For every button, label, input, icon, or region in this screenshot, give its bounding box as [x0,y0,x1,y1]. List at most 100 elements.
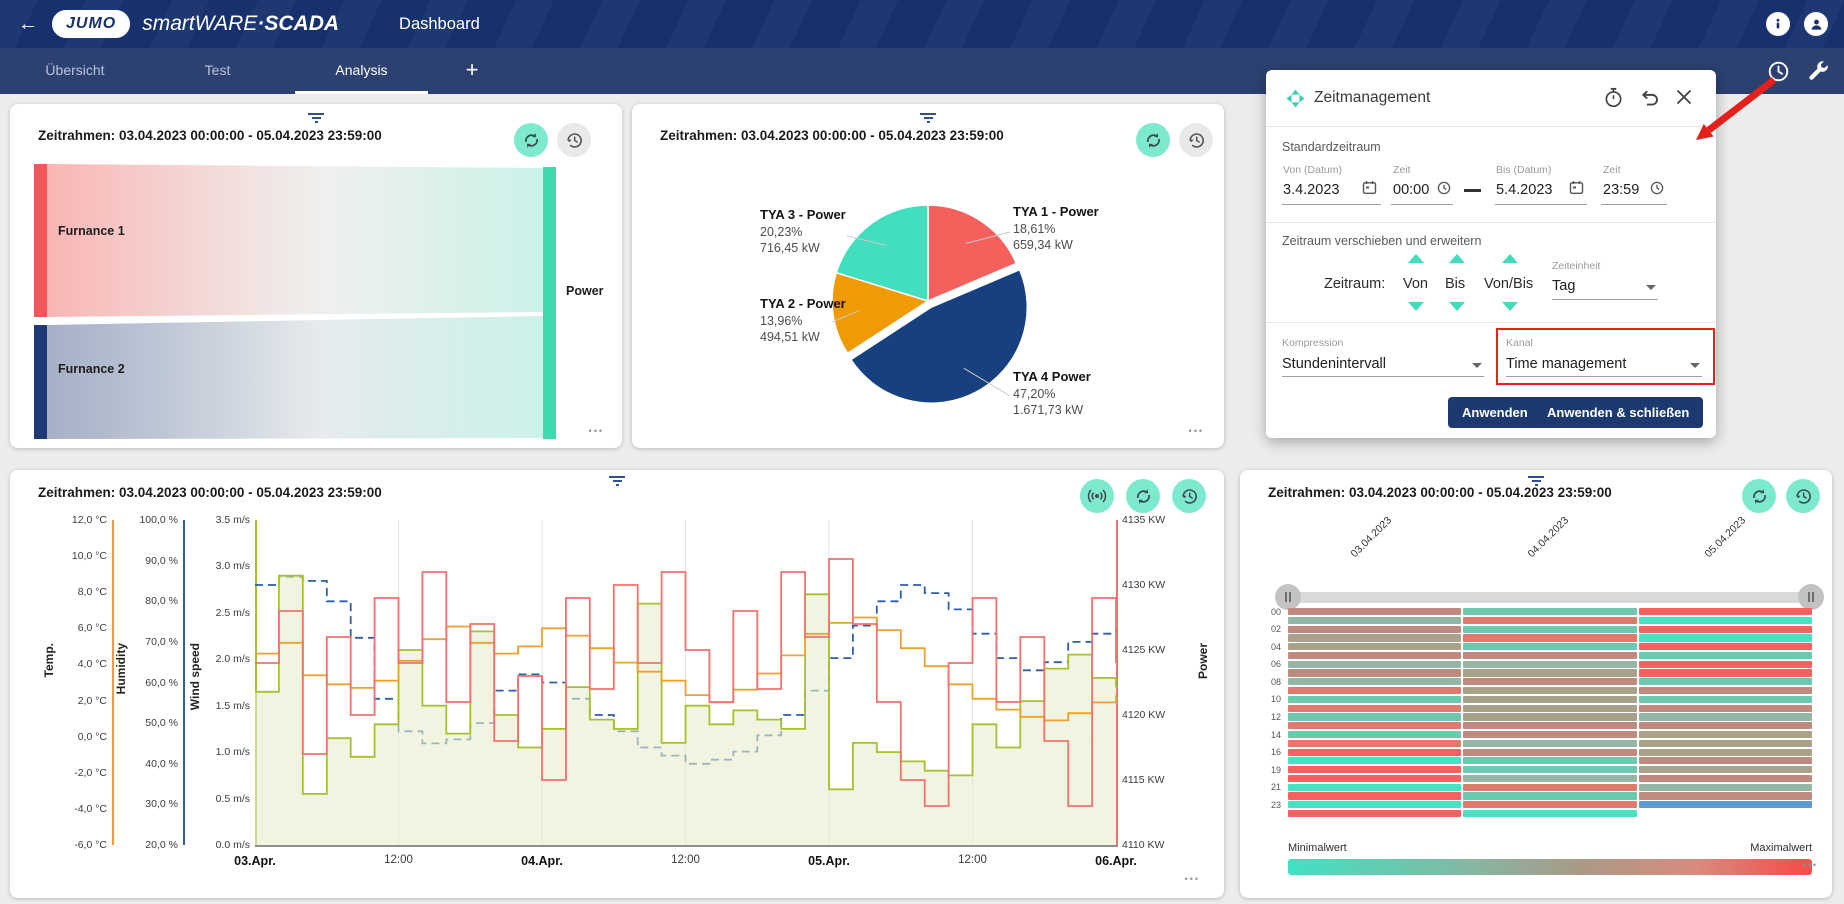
heatmap-cell[interactable] [1463,775,1636,782]
panel-menu-dots[interactable]: ••• [589,426,604,436]
heatmap-cell[interactable] [1288,810,1461,817]
heatmap-cell[interactable] [1639,722,1812,729]
heatmap-cell[interactable] [1639,608,1812,615]
chevron-down-icon[interactable] [1646,285,1656,290]
user-account-icon[interactable] [1804,12,1828,36]
kompression-select[interactable]: Stundenintervall [1282,356,1386,372]
heatmap-cell[interactable] [1463,626,1636,633]
heatmap-cell[interactable] [1463,652,1636,659]
bis-datum-field[interactable]: 5.4.2023 [1496,182,1552,198]
shift-bis-down-arrow[interactable] [1449,302,1465,311]
heatmap-cell[interactable] [1639,766,1812,773]
heatmap-cell[interactable] [1288,722,1461,729]
history-button[interactable] [1172,479,1206,513]
heatmap-cell[interactable] [1639,749,1812,756]
line-plot-area[interactable] [255,520,1116,845]
heatmap-cell[interactable] [1463,705,1636,712]
shift-vonbis-down-arrow[interactable] [1502,302,1518,311]
heatmap-cell[interactable] [1639,705,1812,712]
shift-vonbis-up-arrow[interactable] [1502,254,1518,263]
heatmap-cell[interactable] [1288,705,1461,712]
clock-icon[interactable] [1437,181,1451,195]
bis-zeit-field[interactable]: 23:59 [1603,182,1639,198]
sankey-flow-furnance2[interactable] [47,316,543,439]
heatmap-grid[interactable]: 000204060810121416192123 [1248,608,1814,819]
heatmap-cell[interactable] [1288,749,1461,756]
heatmap-cell[interactable] [1463,687,1636,694]
heatmap-cell[interactable] [1463,722,1636,729]
heatmap-cell[interactable] [1463,740,1636,747]
apply-button[interactable]: Anwenden [1448,397,1542,428]
info-icon[interactable] [1766,12,1790,36]
refresh-button[interactable] [1126,479,1160,513]
live-button[interactable] [1080,479,1114,513]
shift-von-up-arrow[interactable] [1408,254,1424,263]
heatmap-cell[interactable] [1463,792,1636,799]
calendar-icon[interactable] [1569,180,1584,195]
heatmap-cell[interactable] [1463,766,1636,773]
filter-icon[interactable] [608,476,626,488]
shift-von-down-arrow[interactable] [1408,302,1424,311]
sankey-chart[interactable] [34,162,608,442]
panel-menu-dots[interactable]: ••• [1185,874,1200,884]
tab-analysis[interactable]: Analysis [295,48,428,91]
apply-close-button[interactable]: Anwenden & schließen [1533,397,1703,428]
sankey-node-furnance2[interactable] [34,325,47,439]
heatmap-cell[interactable] [1639,687,1812,694]
panel-menu-dots[interactable]: ••• [1803,860,1818,870]
heatmap-cell[interactable] [1463,713,1636,720]
shift-bis-up-arrow[interactable] [1449,254,1465,263]
panel-menu-dots[interactable]: ••• [1189,426,1204,436]
heatmap-cell[interactable] [1639,678,1812,685]
heatmap-cell[interactable] [1639,626,1812,633]
heatmap-cell[interactable] [1639,792,1812,799]
heatmap-cell[interactable] [1463,757,1636,764]
heatmap-cell[interactable] [1288,792,1461,799]
filter-icon[interactable] [307,113,325,125]
wrench-icon[interactable] [1806,59,1830,83]
heatmap-cell[interactable] [1639,775,1812,782]
heatmap-cell[interactable] [1639,634,1812,641]
add-tab-button[interactable]: + [455,48,489,91]
timer-icon[interactable] [1603,87,1624,108]
heatmap-cell[interactable] [1288,669,1461,676]
sankey-node-furnance1[interactable] [34,164,47,317]
heatmap-cell[interactable] [1288,775,1461,782]
range-slider-track[interactable] [1286,592,1813,603]
heatmap-cell[interactable] [1288,740,1461,747]
heatmap-cell[interactable] [1463,617,1636,624]
heatmap-cell[interactable] [1463,669,1636,676]
heatmap-cell[interactable] [1288,687,1461,694]
history-button[interactable] [557,123,591,157]
heatmap-cell[interactable] [1288,731,1461,738]
heatmap-cell[interactable] [1288,652,1461,659]
calendar-icon[interactable] [1362,180,1377,195]
heatmap-cell[interactable] [1639,801,1812,808]
heatmap-cell[interactable] [1288,801,1461,808]
heatmap-cell[interactable] [1639,696,1812,703]
heatmap-cell[interactable] [1639,713,1812,720]
heatmap-cell[interactable] [1463,749,1636,756]
heatmap-cell[interactable] [1639,661,1812,668]
heatmap-cell[interactable] [1639,784,1812,791]
heatmap-cell[interactable] [1288,617,1461,624]
heatmap-cell[interactable] [1463,634,1636,641]
heatmap-cell[interactable] [1288,696,1461,703]
heatmap-cell[interactable] [1463,678,1636,685]
heatmap-cell[interactable] [1288,713,1461,720]
von-datum-field[interactable]: 3.4.2023 [1283,182,1339,198]
heatmap-cell[interactable] [1639,757,1812,764]
range-slider-handle-right[interactable] [1798,584,1824,610]
heatmap-cell[interactable] [1639,617,1812,624]
heatmap-cell[interactable] [1463,696,1636,703]
heatmap-cell[interactable] [1463,661,1636,668]
heatmap-cell[interactable] [1463,784,1636,791]
heatmap-cell[interactable] [1463,731,1636,738]
heatmap-cell[interactable] [1463,810,1636,817]
heatmap-cell[interactable] [1639,731,1812,738]
jumo-logo[interactable]: JUMO [52,10,130,38]
heatmap-cell[interactable] [1463,643,1636,650]
refresh-button[interactable] [514,123,548,157]
heatmap-cell[interactable] [1288,766,1461,773]
tab-uebersicht[interactable]: Übersicht [20,48,130,91]
